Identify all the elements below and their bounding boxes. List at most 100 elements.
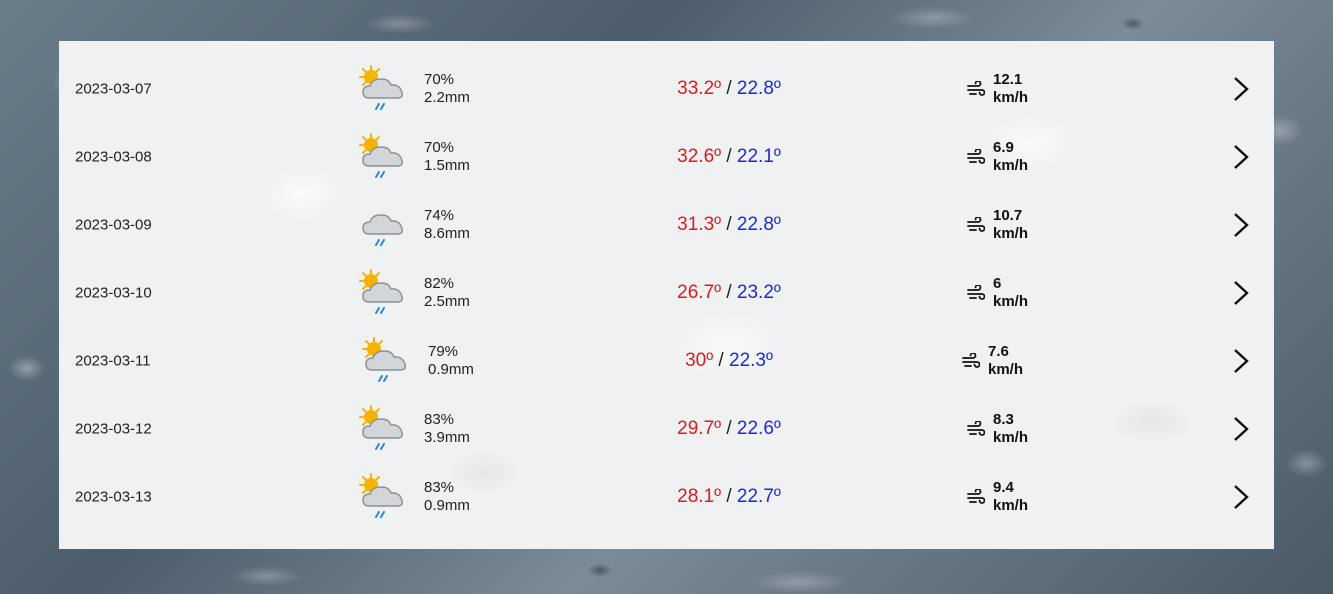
precipitation: 79% 0.9mm (428, 343, 474, 379)
temp-separator: / (721, 146, 737, 167)
chevron-right-icon[interactable] (1231, 75, 1251, 103)
forecast-panel: 2023-03-07 70% 2.2mm 33.2º / 22.8º 12.1 … (59, 41, 1274, 549)
wind-unit: km/h (993, 89, 1029, 106)
partly-cloudy-rain-icon (355, 470, 413, 522)
rain-value: 2.2mm (424, 89, 470, 106)
wind-speed: 9.4 (993, 479, 1014, 496)
forecast-date: 2023-03-08 (75, 148, 152, 166)
wind: 12.1 km/h (967, 71, 1028, 107)
temp-min: 23.2º (736, 282, 781, 303)
forecast-row[interactable]: 2023-03-09 74% 8.6mm 31.3º / 22.8º 10.7 … (59, 191, 1274, 259)
precipitation: 83% 0.9mm (424, 479, 470, 515)
wind: 6 km/h (967, 275, 1028, 311)
temp-min: 22.7º (736, 486, 781, 507)
chevron-right-icon[interactable] (1231, 279, 1251, 307)
rain-value: 2.5mm (424, 293, 470, 310)
wind-unit: km/h (993, 429, 1029, 446)
partly-cloudy-rain-icon (358, 334, 416, 386)
chevron-right-icon[interactable] (1231, 415, 1251, 443)
partly-cloudy-rain-icon (355, 62, 413, 114)
temp-max: 31.3º (677, 214, 722, 235)
wind-unit: km/h (993, 293, 1029, 310)
temperature-range: 29.7º / 22.6º (619, 418, 839, 440)
wind-unit: km/h (993, 157, 1029, 174)
forecast-row[interactable]: 2023-03-11 79% 0.9mm 30º / 22.3º 7.6 km/… (59, 327, 1274, 395)
precipitation: 70% 1.5mm (424, 139, 470, 175)
humidity-value: 79% (428, 343, 459, 360)
wind-speed: 6 (993, 275, 1002, 292)
rain-value: 8.6mm (424, 225, 470, 242)
forecast-date: 2023-03-07 (75, 80, 152, 98)
partly-cloudy-rain-icon (355, 130, 413, 182)
precipitation: 82% 2.5mm (424, 275, 470, 311)
wind: 8.3 km/h (967, 411, 1028, 447)
forecast-row[interactable]: 2023-03-07 70% 2.2mm 33.2º / 22.8º 12.1 … (59, 55, 1274, 123)
wind-unit: km/h (993, 497, 1029, 514)
wind: 10.7 km/h (967, 207, 1028, 243)
wind-icon (967, 489, 985, 505)
temp-min: 22.8º (736, 214, 781, 235)
precipitation: 74% 8.6mm (424, 207, 470, 243)
humidity-value: 70% (424, 139, 455, 156)
chevron-right-icon[interactable] (1231, 143, 1251, 171)
forecast-date: 2023-03-10 (75, 284, 152, 302)
temp-min: 22.1º (736, 146, 781, 167)
wind-unit: km/h (988, 361, 1024, 378)
precipitation: 83% 3.9mm (424, 411, 470, 447)
wind-icon (967, 149, 985, 165)
wind-speed: 8.3 (993, 411, 1014, 428)
temp-max: 33.2º (677, 78, 722, 99)
forecast-row[interactable]: 2023-03-13 83% 0.9mm 28.1º / 22.7º 9.4 k… (59, 463, 1274, 531)
wind-speed: 7.6 (988, 343, 1009, 360)
wind-icon (962, 353, 980, 369)
rain-value: 3.9mm (424, 429, 470, 446)
wind: 9.4 km/h (967, 479, 1028, 515)
temp-max: 28.1º (677, 486, 722, 507)
humidity-value: 83% (424, 479, 455, 496)
temp-separator: / (721, 418, 737, 439)
forecast-date: 2023-03-13 (75, 488, 152, 506)
temperature-range: 31.3º / 22.8º (619, 214, 839, 236)
humidity-value: 82% (424, 275, 455, 292)
temp-max: 30º (685, 350, 714, 371)
forecast-row[interactable]: 2023-03-08 70% 1.5mm 32.6º / 22.1º 6.9 k… (59, 123, 1274, 191)
wind-icon (967, 217, 985, 233)
temp-max: 29.7º (677, 418, 722, 439)
chevron-right-icon[interactable] (1231, 347, 1251, 375)
temp-max: 26.7º (677, 282, 722, 303)
temperature-range: 30º / 22.3º (619, 350, 839, 372)
rain-value: 1.5mm (424, 157, 470, 174)
temperature-range: 32.6º / 22.1º (619, 146, 839, 168)
chevron-right-icon[interactable] (1231, 483, 1251, 511)
cloud-rain-icon (355, 198, 413, 250)
wind-icon (967, 81, 985, 97)
temp-min: 22.3º (729, 350, 773, 371)
wind-speed: 12.1 (993, 71, 1023, 88)
temperature-range: 28.1º / 22.7º (619, 486, 839, 508)
temp-separator: / (721, 214, 737, 235)
wind-speed: 10.7 (993, 207, 1023, 224)
partly-cloudy-rain-icon (355, 266, 413, 318)
humidity-value: 83% (424, 411, 455, 428)
temp-min: 22.6º (736, 418, 781, 439)
temperature-range: 33.2º / 22.8º (619, 78, 839, 100)
wind-unit: km/h (993, 225, 1029, 242)
wind-icon (967, 285, 985, 301)
temp-separator: / (713, 350, 729, 371)
wind-speed: 6.9 (993, 139, 1014, 156)
forecast-date: 2023-03-12 (75, 420, 152, 438)
forecast-date: 2023-03-09 (75, 216, 152, 234)
forecast-row[interactable]: 2023-03-12 83% 3.9mm 29.7º / 22.6º 8.3 k… (59, 395, 1274, 463)
humidity-value: 74% (424, 207, 455, 224)
forecast-row[interactable]: 2023-03-10 82% 2.5mm 26.7º / 23.2º 6 km/… (59, 259, 1274, 327)
chevron-right-icon[interactable] (1231, 211, 1251, 239)
temperature-range: 26.7º / 23.2º (619, 282, 839, 304)
rain-value: 0.9mm (428, 361, 474, 378)
rain-value: 0.9mm (424, 497, 470, 514)
wind: 7.6 km/h (962, 343, 1023, 379)
wind-icon (967, 421, 985, 437)
temp-min: 22.8º (736, 78, 781, 99)
temp-separator: / (721, 486, 737, 507)
precipitation: 70% 2.2mm (424, 71, 470, 107)
temp-separator: / (721, 282, 737, 303)
